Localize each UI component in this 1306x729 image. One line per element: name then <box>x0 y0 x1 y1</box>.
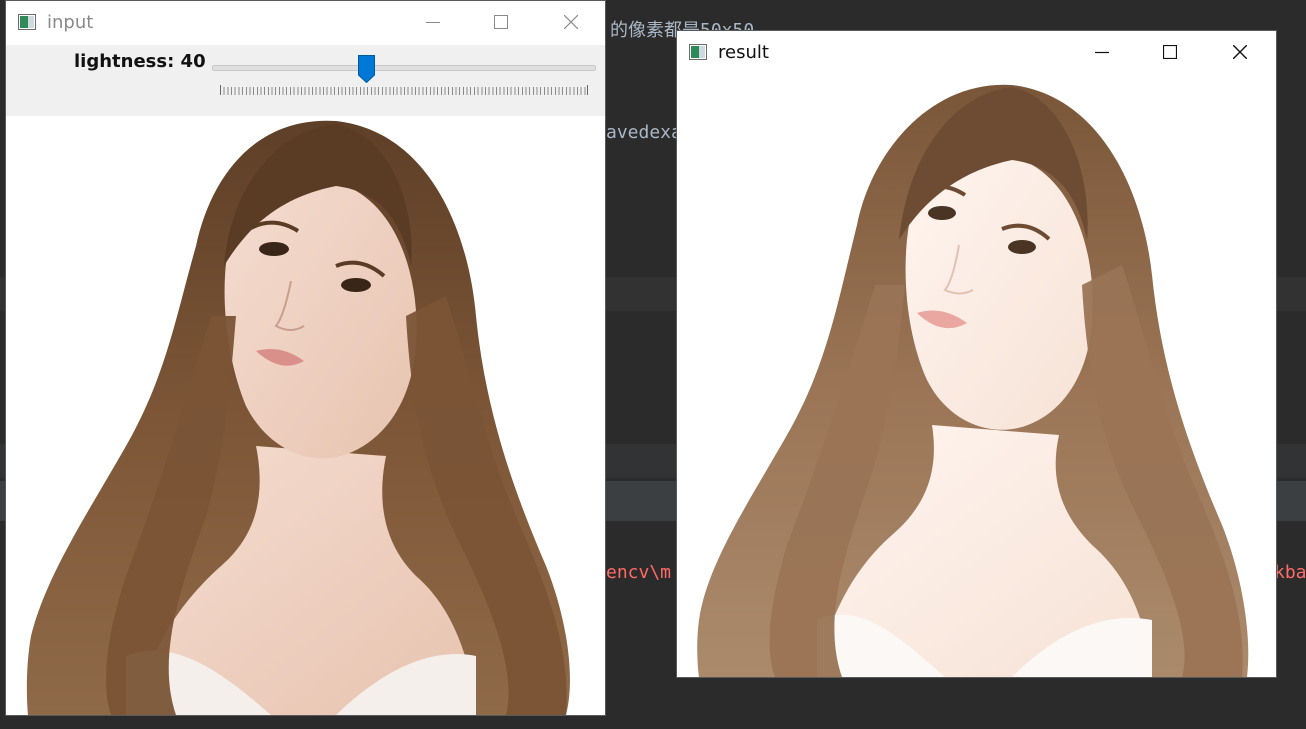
trackbar-thumb[interactable] <box>358 55 375 83</box>
editor-text-fragment: kba <box>1274 562 1306 583</box>
portrait-photo <box>26 120 570 715</box>
trackbar-label: lightness: 40 <box>74 51 206 72</box>
trackbar-ticks <box>220 85 588 95</box>
result-image <box>677 75 1276 677</box>
close-icon <box>1233 45 1247 59</box>
editor-text-fragment: avedexa <box>606 122 682 143</box>
input-window: input lightness: 40 <box>6 1 605 715</box>
close-button[interactable] <box>1217 31 1263 75</box>
close-icon <box>564 15 578 29</box>
window-title: result <box>718 42 769 63</box>
maximize-icon <box>494 15 508 29</box>
maximize-button[interactable] <box>1147 31 1193 75</box>
minimize-button[interactable] <box>1079 31 1125 75</box>
input-titlebar[interactable]: input <box>6 1 605 45</box>
close-button[interactable] <box>548 1 594 45</box>
result-window: result <box>677 31 1276 677</box>
result-titlebar[interactable]: result <box>677 31 1276 75</box>
portrait-photo-brightened <box>697 84 1249 677</box>
trackbar-track[interactable] <box>212 65 596 71</box>
app-icon <box>689 44 707 60</box>
app-icon <box>18 14 36 30</box>
editor-text-fragment: encv\m <box>606 562 672 583</box>
input-image <box>6 116 605 715</box>
minimize-icon <box>1095 51 1109 54</box>
trackbar-panel: lightness: 40 <box>6 45 605 116</box>
maximize-button[interactable] <box>478 1 524 45</box>
minimize-button[interactable] <box>410 1 456 45</box>
minimize-icon <box>426 22 440 23</box>
maximize-icon <box>1163 45 1177 59</box>
window-title: input <box>47 12 94 33</box>
